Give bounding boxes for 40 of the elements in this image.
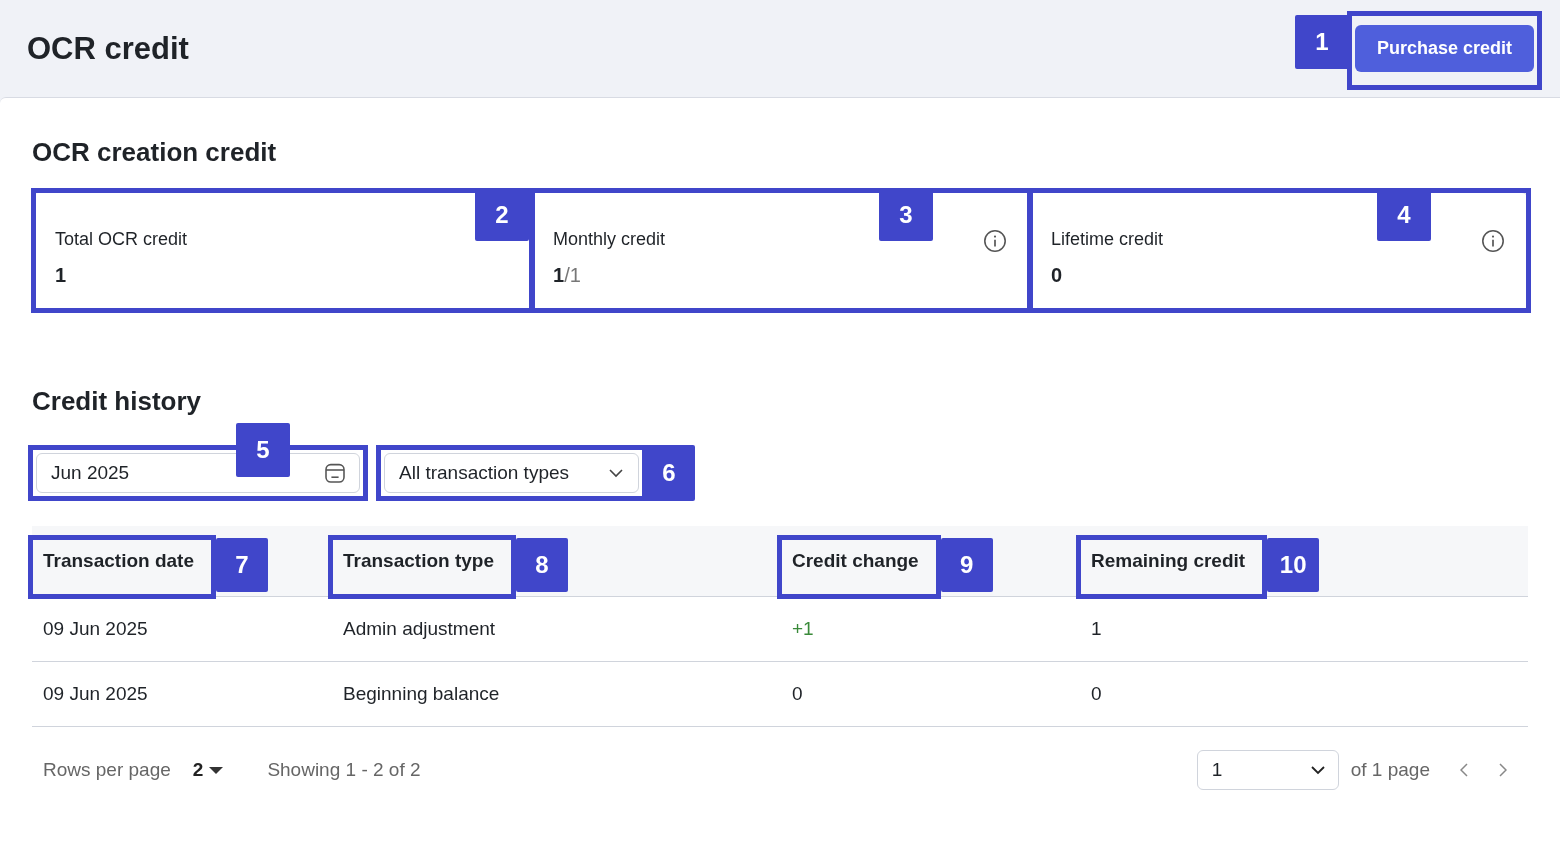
page-total: of 1 page — [1350, 759, 1430, 781]
rows-per-page-select[interactable]: 2 — [188, 759, 228, 781]
next-page-button[interactable] — [1499, 761, 1508, 779]
previous-page-button[interactable] — [1460, 761, 1469, 779]
callout-number: 5 — [236, 423, 290, 477]
callout-number: 10 — [1267, 538, 1320, 592]
section-title: OCR creation credit — [32, 137, 278, 168]
calendar-icon — [323, 461, 347, 485]
column-header: Transaction date — [43, 550, 194, 571]
card-label: Monthly credit — [553, 229, 667, 250]
table-cell: +1 — [792, 618, 814, 640]
callout-number: 1 — [1294, 15, 1349, 69]
purchase-credit-button[interactable]: Purchase credit — [1354, 25, 1534, 72]
card-value: 0 — [1051, 264, 1064, 287]
page-select[interactable]: 1 — [1196, 750, 1339, 790]
page-title: OCR credit — [27, 30, 189, 67]
table-cell: 0 — [1091, 683, 1102, 705]
callout-number: 9 — [940, 538, 993, 592]
column-header: Transaction type — [343, 550, 494, 571]
section-title: Credit history — [32, 386, 203, 417]
chevron-right-icon — [1499, 763, 1507, 777]
chevron-left-icon — [1460, 763, 1468, 777]
caret-icon — [209, 766, 224, 774]
card-label: Total OCR credit — [55, 229, 189, 250]
showing-count: Showing 1 - 2 of 2 — [267, 759, 421, 781]
callout-number: 7 — [216, 538, 268, 592]
callout-number: 8 — [516, 538, 568, 592]
table-cell: 09 Jun 2025 — [43, 618, 148, 640]
card-label: Lifetime credit — [1051, 229, 1165, 250]
rows-per-page-label: Rows per page — [43, 759, 171, 781]
column-header: Remaining credit — [1091, 550, 1246, 571]
table-cell: Admin adjustment — [343, 618, 496, 640]
card-value: 1 — [55, 264, 68, 287]
card-value: 1/1 — [553, 264, 582, 287]
column-header: Credit change — [792, 550, 919, 571]
transaction-type-dropdown[interactable]: All transaction types — [384, 453, 639, 493]
table-cell: 1 — [1091, 618, 1102, 640]
table-cell: 09 Jun 2025 — [43, 683, 148, 705]
table-cell: Beginning balance — [343, 683, 500, 705]
table-cell: 0 — [792, 683, 803, 705]
